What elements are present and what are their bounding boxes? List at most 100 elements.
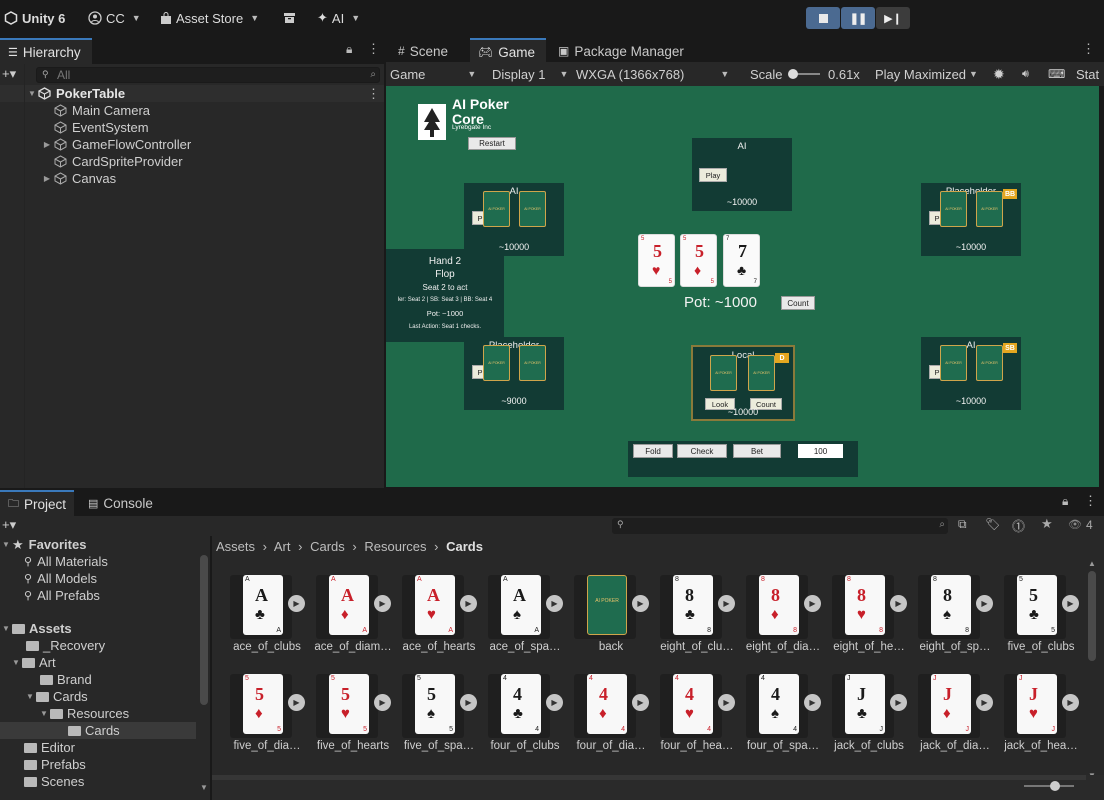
restart-button[interactable]: Restart bbox=[468, 137, 516, 150]
assets-header[interactable]: ▼ Assets bbox=[0, 620, 72, 637]
asset-item[interactable]: 8 8 ♥ 8 ▶ eight_of_he… bbox=[824, 571, 907, 667]
expand-arrow-icon[interactable]: ▼ bbox=[10, 658, 22, 667]
stop-button[interactable] bbox=[806, 7, 840, 29]
hierarchy-item-eventsystem[interactable]: EventSystem bbox=[54, 119, 149, 136]
kebab-menu-icon[interactable]: ⋮ bbox=[1082, 41, 1095, 57]
tree-scrollbar[interactable] bbox=[200, 555, 208, 705]
display-dropdown[interactable]: Display 1 ▼ bbox=[492, 62, 568, 86]
fold-button[interactable]: Fold bbox=[633, 444, 673, 458]
account-dropdown[interactable]: CC ▼ bbox=[88, 0, 141, 36]
count-button[interactable]: Count bbox=[781, 296, 815, 310]
hierarchy-item-gameflowcontroller[interactable]: ▶ GameFlowController bbox=[40, 136, 191, 153]
tab-console[interactable]: ▤ Console bbox=[80, 490, 161, 516]
add-icon[interactable]: +▾ bbox=[2, 517, 16, 533]
asset-store-dropdown[interactable]: Asset Store ▼ bbox=[160, 0, 259, 36]
expand-arrow-icon[interactable]: ▼ bbox=[26, 89, 38, 98]
expand-arrow-icon[interactable]: ▼ bbox=[24, 692, 36, 701]
asset-item[interactable]: 5 5 ♥ 5 ▶ five_of_hearts bbox=[308, 670, 391, 766]
play-icon[interactable]: ▶ bbox=[632, 694, 649, 711]
search-filter-icon[interactable]: ⌕ bbox=[939, 519, 945, 530]
filter-type-icon[interactable]: ⧉ bbox=[958, 517, 967, 532]
game-view[interactable]: AI Poker Core Lyrebgate Inc Restart AI P… bbox=[386, 86, 1099, 487]
package-button[interactable] bbox=[283, 0, 296, 36]
thumbnail-size-handle[interactable] bbox=[1050, 781, 1060, 791]
play-icon[interactable]: ▶ bbox=[890, 595, 907, 612]
play-icon[interactable]: ▶ bbox=[976, 694, 993, 711]
breadcrumb-item[interactable]: Resources bbox=[364, 539, 426, 554]
play-icon[interactable]: ▶ bbox=[804, 595, 821, 612]
asset-item[interactable]: A A ♥ A ▶ ace_of_hearts bbox=[394, 571, 477, 667]
play-icon[interactable]: ▶ bbox=[890, 694, 907, 711]
play-icon[interactable]: ▶ bbox=[374, 694, 391, 711]
step-button[interactable]: ▶❙ bbox=[876, 7, 910, 29]
favorite-item[interactable]: ⚲ All Models bbox=[24, 570, 97, 587]
scroll-up-icon[interactable]: ▲ bbox=[1088, 559, 1096, 568]
asset-item[interactable]: J J ♣ J ▶ jack_of_clubs bbox=[824, 670, 907, 766]
folder-item[interactable]: Brand bbox=[40, 671, 92, 688]
play-icon[interactable]: ▶ bbox=[632, 595, 649, 612]
asset-item[interactable]: A A ♣ A ▶ ace_of_clubs bbox=[222, 571, 305, 667]
asset-item[interactable]: 5 5 ♣ 5 ▶ five_of_clubs bbox=[996, 571, 1079, 667]
play-icon[interactable]: ▶ bbox=[288, 694, 305, 711]
visibility-icon[interactable]: 👁︎ bbox=[1068, 518, 1082, 531]
search-filter-icon[interactable]: ⌕ bbox=[370, 69, 376, 80]
asset-scrollbar[interactable] bbox=[1088, 571, 1096, 661]
asset-item[interactable]: 8 8 ♣ 8 ▶ eight_of_clu… bbox=[652, 571, 735, 667]
folder-item[interactable]: Editor bbox=[24, 739, 75, 756]
favorite-item[interactable]: ⚲ All Prefabs bbox=[24, 587, 100, 604]
hierarchy-root[interactable]: ▼ PokerTable bbox=[26, 85, 125, 102]
asset-item[interactable]: J J ♦ J ▶ jack_of_dia… bbox=[910, 670, 993, 766]
tab-hierarchy[interactable]: ☰ Hierarchy bbox=[0, 38, 92, 64]
ai-dropdown[interactable]: ✦ AI ▼ bbox=[317, 0, 360, 36]
folder-item[interactable]: _Recovery bbox=[26, 637, 105, 654]
audio-icon[interactable]: 🔊︎ bbox=[1022, 62, 1029, 86]
expand-arrow-icon[interactable]: ▶ bbox=[40, 174, 54, 183]
check-button[interactable]: Check bbox=[677, 444, 727, 458]
folder-item[interactable]: Prefabs bbox=[24, 756, 86, 773]
add-icon[interactable]: +▾ bbox=[2, 66, 16, 82]
favorites-header[interactable]: ▼ ★ Favorites bbox=[0, 536, 86, 553]
thumbnail-size-slider[interactable] bbox=[1024, 785, 1074, 787]
hierarchy-item-main-camera[interactable]: Main Camera bbox=[54, 102, 150, 119]
play-icon[interactable]: ▶ bbox=[976, 595, 993, 612]
play-icon[interactable]: ▶ bbox=[546, 595, 563, 612]
breadcrumb-item[interactable]: Cards bbox=[310, 539, 345, 554]
folder-item[interactable]: ▼ Cards bbox=[24, 688, 88, 705]
bet-amount-input[interactable]: 100 bbox=[798, 444, 843, 458]
unity-menu[interactable]: Unity 6 bbox=[4, 0, 65, 36]
breadcrumb-current[interactable]: Cards bbox=[446, 539, 483, 554]
folder-item[interactable]: ▼ Art bbox=[10, 654, 56, 671]
folder-item[interactable]: ▼ Resources bbox=[38, 705, 129, 722]
tab-project[interactable]: 🗀 Project bbox=[0, 490, 74, 516]
expand-arrow-icon[interactable]: ▼ bbox=[38, 709, 50, 718]
bug-icon[interactable]: ✹ bbox=[993, 62, 1005, 86]
play-icon[interactable]: ▶ bbox=[804, 694, 821, 711]
asset-item[interactable]: 5 5 ♦ 5 ▶ five_of_dia… bbox=[222, 670, 305, 766]
kebab-menu-icon[interactable]: ⋮ bbox=[367, 86, 380, 102]
scale-slider-handle[interactable] bbox=[788, 69, 798, 79]
asset-item[interactable]: J J ♥ J ▶ jack_of_hea… bbox=[996, 670, 1079, 766]
play-icon[interactable]: ▶ bbox=[374, 595, 391, 612]
hierarchy-item-canvas[interactable]: ▶ Canvas bbox=[40, 170, 116, 187]
play-mode-dropdown[interactable]: Play Maximized ▼ bbox=[875, 62, 978, 86]
folder-item[interactable]: Scenes bbox=[24, 773, 84, 790]
scroll-down-icon[interactable]: ▼ bbox=[200, 783, 208, 792]
asset-item[interactable]: A A ♠ A ▶ ace_of_spa… bbox=[480, 571, 563, 667]
lock-icon[interactable]: 🔒︎ bbox=[346, 42, 352, 57]
asset-item[interactable]: A A ♦ A ▶ ace_of_diam… bbox=[308, 571, 392, 667]
expand-arrow-icon[interactable]: ▼ bbox=[0, 624, 12, 633]
expand-arrow-icon[interactable]: ▶ bbox=[40, 140, 54, 149]
asset-item[interactable]: 4 4 ♣ 4 ▶ four_of_clubs bbox=[480, 670, 563, 766]
label-icon[interactable]: 🏷︎ bbox=[985, 517, 1000, 531]
hierarchy-search[interactable]: ⚲ All ⌕ bbox=[36, 67, 380, 83]
play-icon[interactable]: ▶ bbox=[1062, 694, 1079, 711]
breadcrumb-item[interactable]: Assets bbox=[216, 539, 255, 554]
warning-icon[interactable]: ⓵ bbox=[1012, 516, 1025, 535]
folder-item-selected[interactable]: Cards bbox=[68, 722, 120, 739]
tab-scene[interactable]: # Scene bbox=[390, 38, 456, 64]
seat-play-button[interactable]: Play bbox=[699, 168, 727, 182]
play-icon[interactable]: ▶ bbox=[546, 694, 563, 711]
play-icon[interactable]: ▶ bbox=[460, 694, 477, 711]
hierarchy-item-cardspriteprovider[interactable]: CardSpriteProvider bbox=[54, 153, 183, 170]
asset-item[interactable]: 4 4 ♠ 4 ▶ four_of_spa… bbox=[738, 670, 821, 766]
